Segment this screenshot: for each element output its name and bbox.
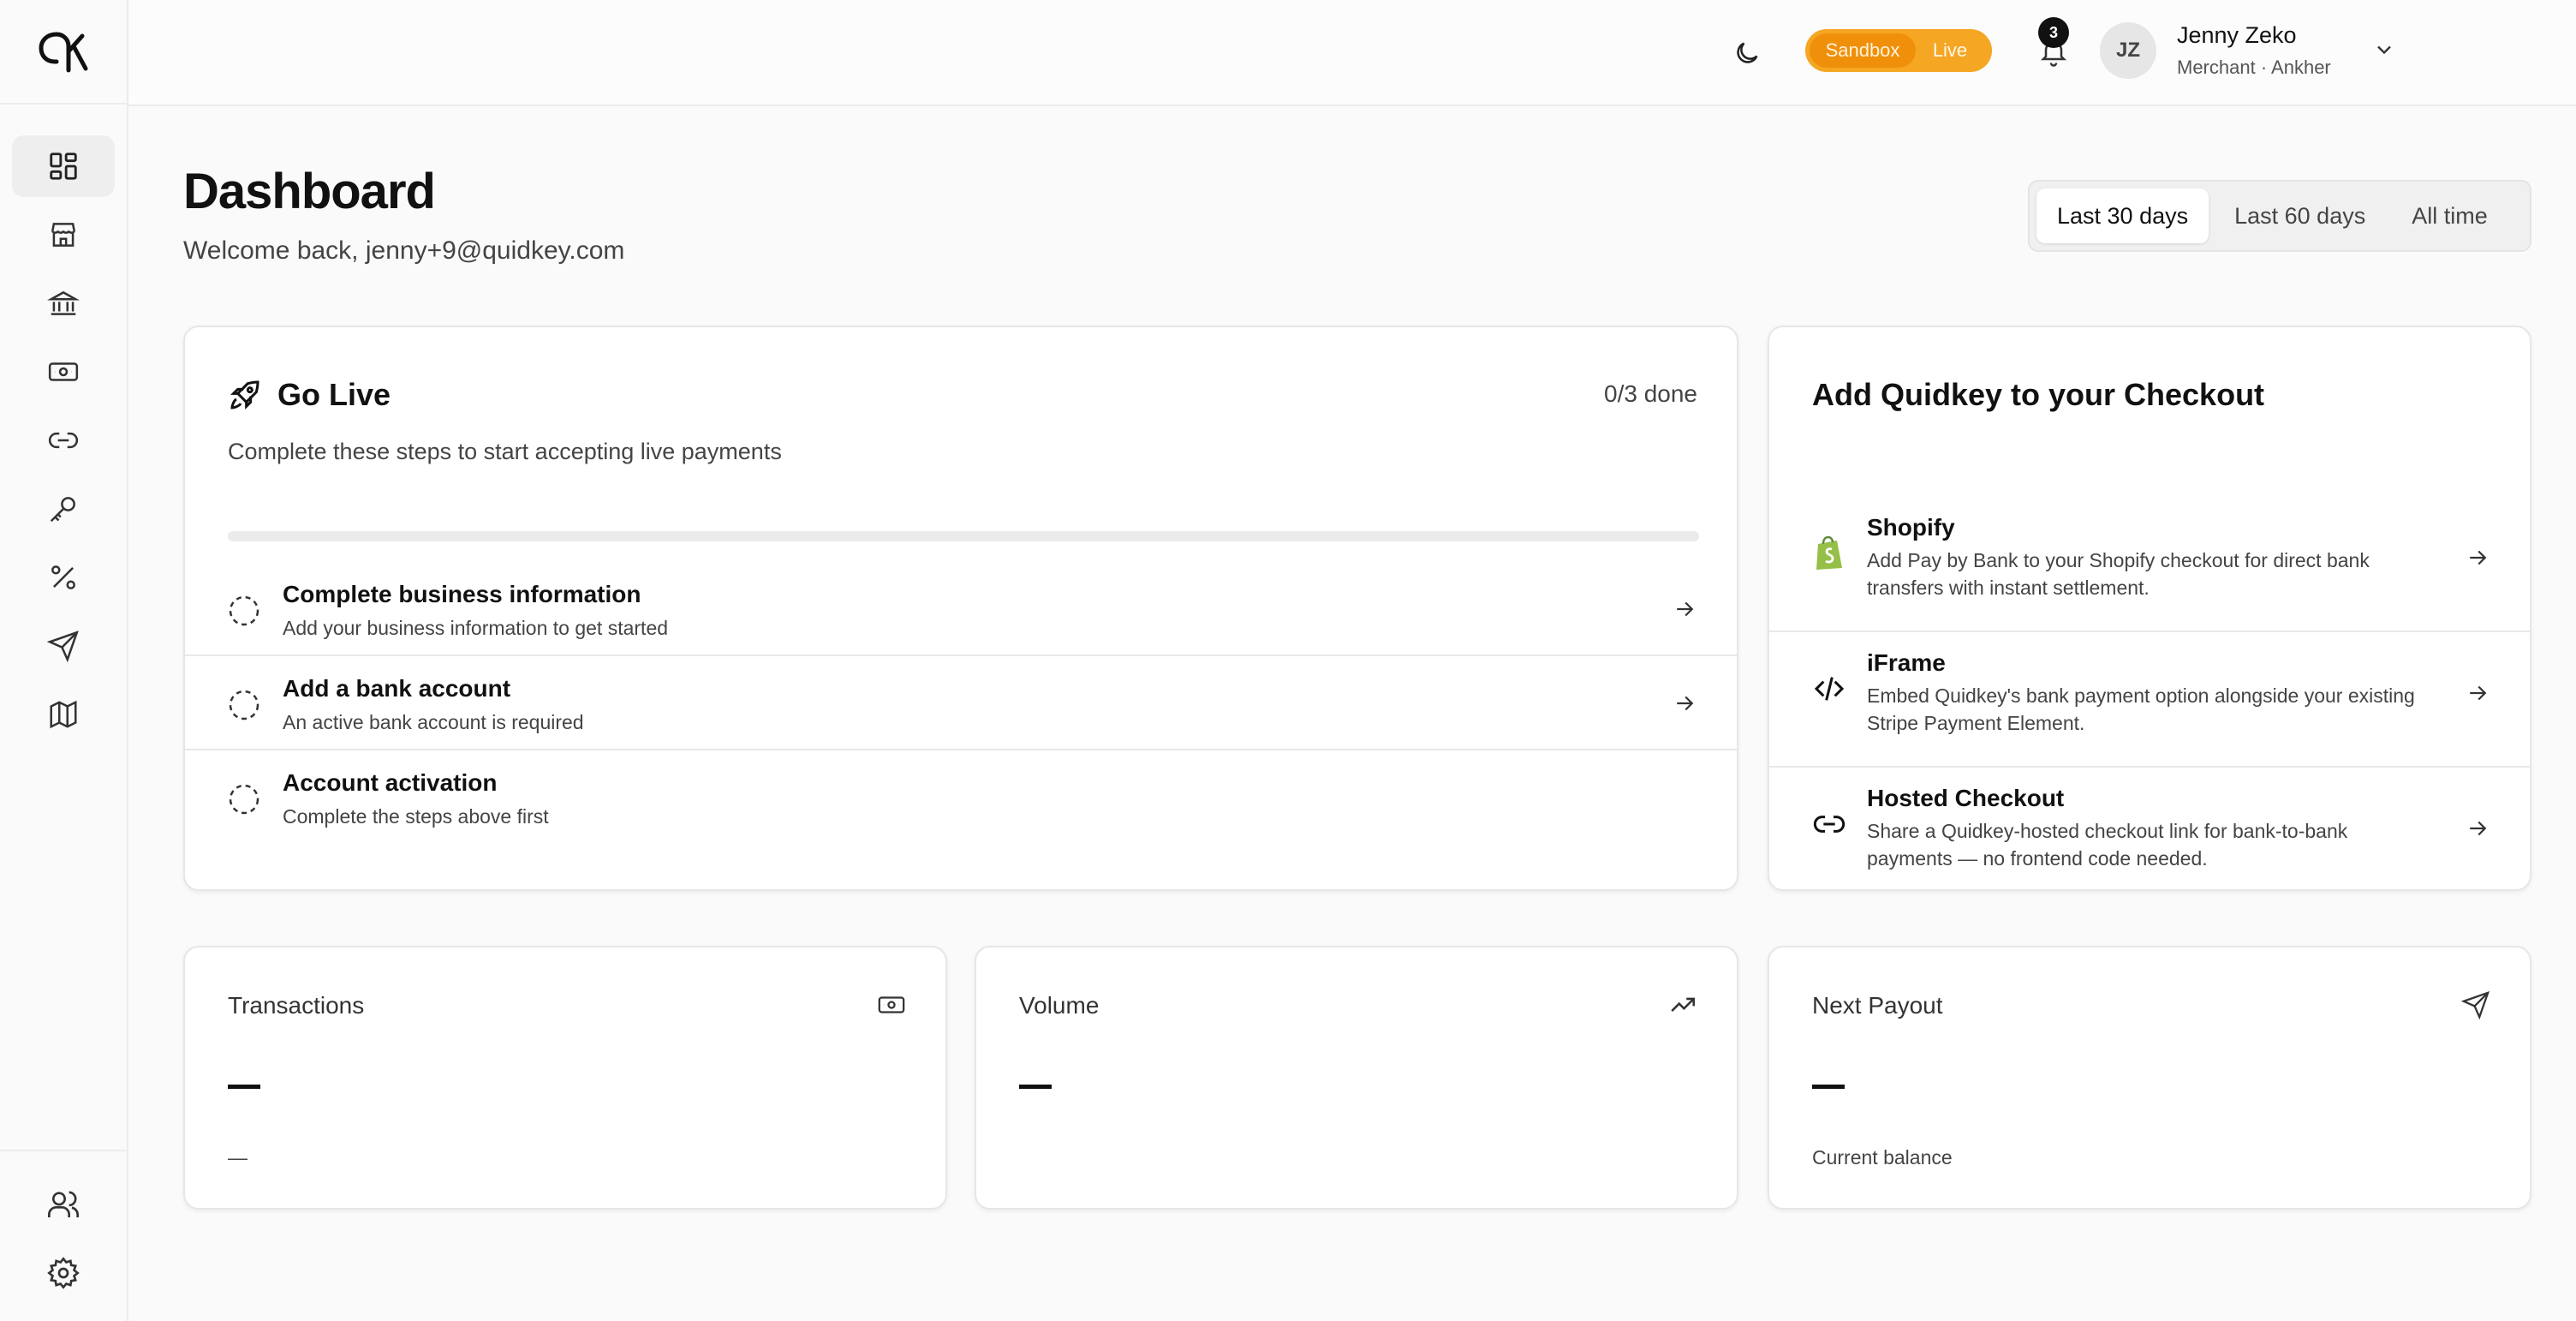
shopify-icon bbox=[1810, 535, 1848, 572]
step-description: Complete the steps above first bbox=[283, 805, 549, 828]
trending-up-icon bbox=[1671, 997, 1696, 1012]
step-account-activation: Account activation Complete the steps ab… bbox=[185, 750, 1737, 845]
go-live-description: Complete these steps to start accepting … bbox=[228, 439, 782, 464]
go-live-card: Go Live 0/3 done Complete these steps to… bbox=[183, 326, 1738, 891]
pending-circle-icon bbox=[229, 784, 259, 815]
stat-value-empty bbox=[228, 1085, 260, 1089]
stat-card-next-payout: Next Payout Current balance bbox=[1768, 946, 2531, 1210]
sidebar bbox=[0, 0, 128, 1321]
sidebar-nav bbox=[0, 105, 127, 745]
pending-circle-icon bbox=[229, 690, 259, 720]
arrow-right-icon bbox=[2470, 550, 2487, 565]
avatar[interactable]: JZ bbox=[2100, 22, 2156, 79]
integration-description: Share a Quidkey-hosted checkout link for… bbox=[1867, 820, 2348, 870]
integration-iframe[interactable]: iFrame Embed Quidkey's bank payment opti… bbox=[1769, 632, 2530, 768]
stat-sub: Current balance bbox=[1812, 1146, 1953, 1169]
env-sandbox-option[interactable]: Sandbox bbox=[1810, 33, 1916, 68]
step-title: Add a bank account bbox=[283, 675, 511, 702]
stat-label: Volume bbox=[1019, 992, 1100, 1019]
integration-description: Embed Quidkey's bank payment option alon… bbox=[1867, 684, 2415, 734]
sidebar-bottom bbox=[0, 1150, 127, 1321]
link-icon bbox=[48, 432, 79, 449]
cash-icon bbox=[48, 362, 79, 381]
map-icon bbox=[50, 700, 77, 729]
integration-description: Add Pay by Bank to your Shopify checkout… bbox=[1867, 549, 2370, 599]
sidebar-item-payouts[interactable] bbox=[12, 615, 115, 677]
stat-label: Next Payout bbox=[1812, 992, 1943, 1019]
sidebar-item-links[interactable] bbox=[12, 409, 115, 471]
go-live-progress-bar bbox=[228, 531, 1699, 541]
notification-badge: 3 bbox=[2038, 17, 2069, 48]
sidebar-item-map[interactable] bbox=[12, 684, 115, 745]
tab-all-time[interactable]: All time bbox=[2391, 188, 2508, 243]
environment-toggle[interactable]: Sandbox Live bbox=[1805, 29, 1992, 72]
user-menu-chevron-icon[interactable] bbox=[2372, 38, 2396, 62]
sidebar-item-fees[interactable] bbox=[12, 547, 115, 608]
quidkey-logo-icon bbox=[39, 32, 88, 73]
page-subtitle: Welcome back, jenny+9@quidkey.com bbox=[183, 236, 625, 265]
bank-icon bbox=[47, 290, 80, 315]
env-live-option[interactable]: Live bbox=[1916, 33, 1984, 68]
integration-shopify[interactable]: Shopify Add Pay by Bank to your Shopify … bbox=[1769, 497, 2530, 632]
go-live-header: Go Live bbox=[228, 377, 391, 413]
step-title: Complete business information bbox=[283, 581, 641, 607]
checkout-title: Add Quidkey to your Checkout bbox=[1812, 377, 2265, 412]
step-description: Add your business information to get sta… bbox=[283, 617, 669, 639]
arrow-right-icon bbox=[2470, 685, 2487, 701]
integration-title: iFrame bbox=[1867, 649, 1946, 676]
checkout-integrations-card: Add Quidkey to your Checkout Shopify Add… bbox=[1768, 326, 2531, 891]
theme-toggle[interactable] bbox=[1726, 33, 1768, 74]
user-name[interactable]: Jenny Zeko bbox=[2177, 22, 2297, 49]
topbar bbox=[128, 0, 2576, 106]
cash-icon bbox=[878, 996, 905, 1013]
stat-value-empty bbox=[1812, 1085, 1845, 1089]
sidebar-item-bank[interactable] bbox=[12, 272, 115, 334]
stat-value-empty bbox=[1019, 1085, 1052, 1089]
logo[interactable] bbox=[0, 0, 127, 105]
link-icon bbox=[1810, 805, 1848, 843]
go-live-progress-text: 0/3 done bbox=[1604, 380, 1697, 407]
step-description: An active bank account is required bbox=[283, 711, 584, 733]
tab-last-60-days[interactable]: Last 60 days bbox=[2214, 188, 2386, 243]
step-business-information[interactable]: Complete business information Add your b… bbox=[185, 562, 1737, 656]
arrow-right-icon bbox=[1677, 601, 1694, 617]
sidebar-item-cash[interactable] bbox=[12, 341, 115, 403]
pending-circle-icon bbox=[229, 595, 259, 626]
step-bank-account[interactable]: Add a bank account An active bank accoun… bbox=[185, 656, 1737, 750]
percent-icon bbox=[51, 565, 75, 589]
gear-icon bbox=[47, 1257, 80, 1289]
stat-sub: — bbox=[228, 1146, 247, 1169]
stat-card-transactions: Transactions — bbox=[183, 946, 947, 1210]
sidebar-item-store[interactable] bbox=[12, 204, 115, 266]
integration-title: Shopify bbox=[1867, 514, 1955, 541]
user-role: Merchant · Ankher bbox=[2177, 57, 2331, 78]
stat-label: Transactions bbox=[228, 992, 365, 1019]
moon-icon bbox=[1737, 42, 1758, 63]
code-icon bbox=[1810, 670, 1848, 708]
tab-last-30-days[interactable]: Last 30 days bbox=[2036, 188, 2209, 243]
users-icon bbox=[48, 1191, 79, 1217]
dashboard-icon bbox=[50, 152, 77, 180]
sidebar-item-team[interactable] bbox=[12, 1174, 115, 1235]
go-live-title: Go Live bbox=[277, 377, 391, 412]
sidebar-item-dashboard[interactable] bbox=[12, 135, 115, 197]
date-range-tabs: Last 30 days Last 60 days All time bbox=[2028, 180, 2531, 252]
arrow-right-icon bbox=[2470, 821, 2487, 836]
integration-list: Shopify Add Pay by Bank to your Shopify … bbox=[1769, 497, 2530, 889]
integration-hosted-checkout[interactable]: Hosted Checkout Share a Quidkey-hosted c… bbox=[1769, 768, 2530, 889]
go-live-steps: Complete business information Add your b… bbox=[185, 562, 1737, 845]
sidebar-item-keys[interactable] bbox=[12, 478, 115, 540]
arrow-right-icon bbox=[1677, 696, 1694, 711]
sidebar-item-settings[interactable] bbox=[12, 1242, 115, 1304]
send-icon bbox=[2461, 990, 2490, 1019]
page-title: Dashboard bbox=[183, 164, 436, 219]
store-icon bbox=[51, 223, 75, 247]
send-icon bbox=[47, 631, 79, 662]
integration-title: Hosted Checkout bbox=[1867, 785, 2065, 811]
stat-card-volume: Volume bbox=[975, 946, 1738, 1210]
key-icon bbox=[50, 497, 75, 523]
rocket-icon bbox=[230, 380, 259, 409]
step-title: Account activation bbox=[283, 769, 498, 796]
